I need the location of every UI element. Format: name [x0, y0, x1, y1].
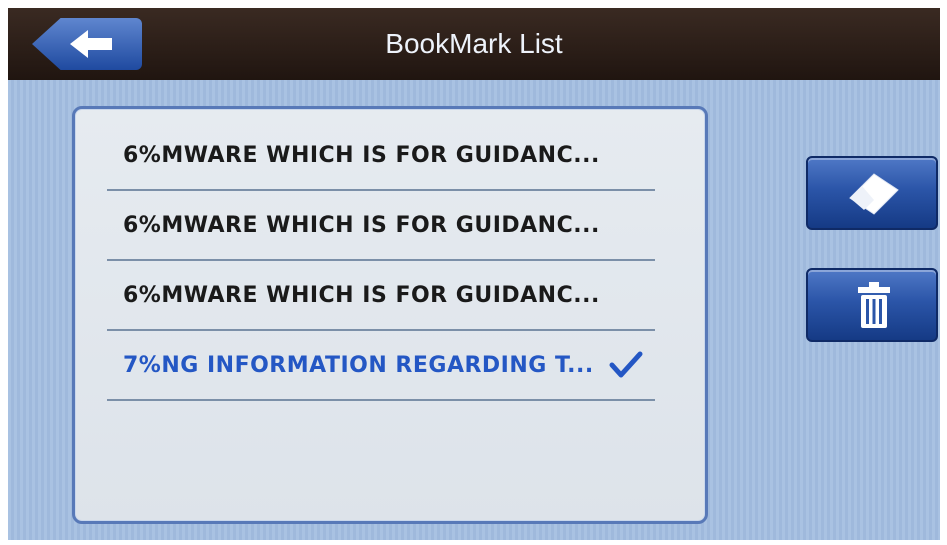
delete-button[interactable] — [806, 268, 938, 342]
list-item[interactable]: 6%MWARE WHICH IS FOR GUIDANC... — [107, 261, 655, 331]
bookmark-label: 7%NG INFORMATION REGARDING T... — [123, 353, 594, 378]
back-arrow-icon — [70, 30, 112, 58]
bookmark-label: 6%MWARE WHICH IS FOR GUIDANC... — [123, 143, 600, 168]
trash-icon — [858, 282, 890, 328]
edit-button[interactable] — [806, 156, 938, 230]
bookmark-label: 6%MWARE WHICH IS FOR GUIDANC... — [123, 283, 600, 308]
list-item[interactable]: 6%MWARE WHICH IS FOR GUIDANC... — [107, 121, 655, 191]
bookmark-list: 6%MWARE WHICH IS FOR GUIDANC... 6%MWARE … — [72, 106, 708, 524]
list-item-selected[interactable]: 7%NG INFORMATION REGARDING T... — [107, 331, 655, 401]
list-item[interactable]: 6%MWARE WHICH IS FOR GUIDANC... — [107, 191, 655, 261]
title-bar: BookMark List — [8, 8, 940, 80]
device-screen: BookMark List 6%MWARE WHICH IS FOR GUIDA… — [8, 8, 940, 540]
bookmark-label: 6%MWARE WHICH IS FOR GUIDANC... — [123, 213, 600, 238]
page-title: BookMark List — [385, 28, 563, 59]
checkmark-icon — [609, 351, 643, 378]
eraser-icon — [849, 173, 899, 215]
